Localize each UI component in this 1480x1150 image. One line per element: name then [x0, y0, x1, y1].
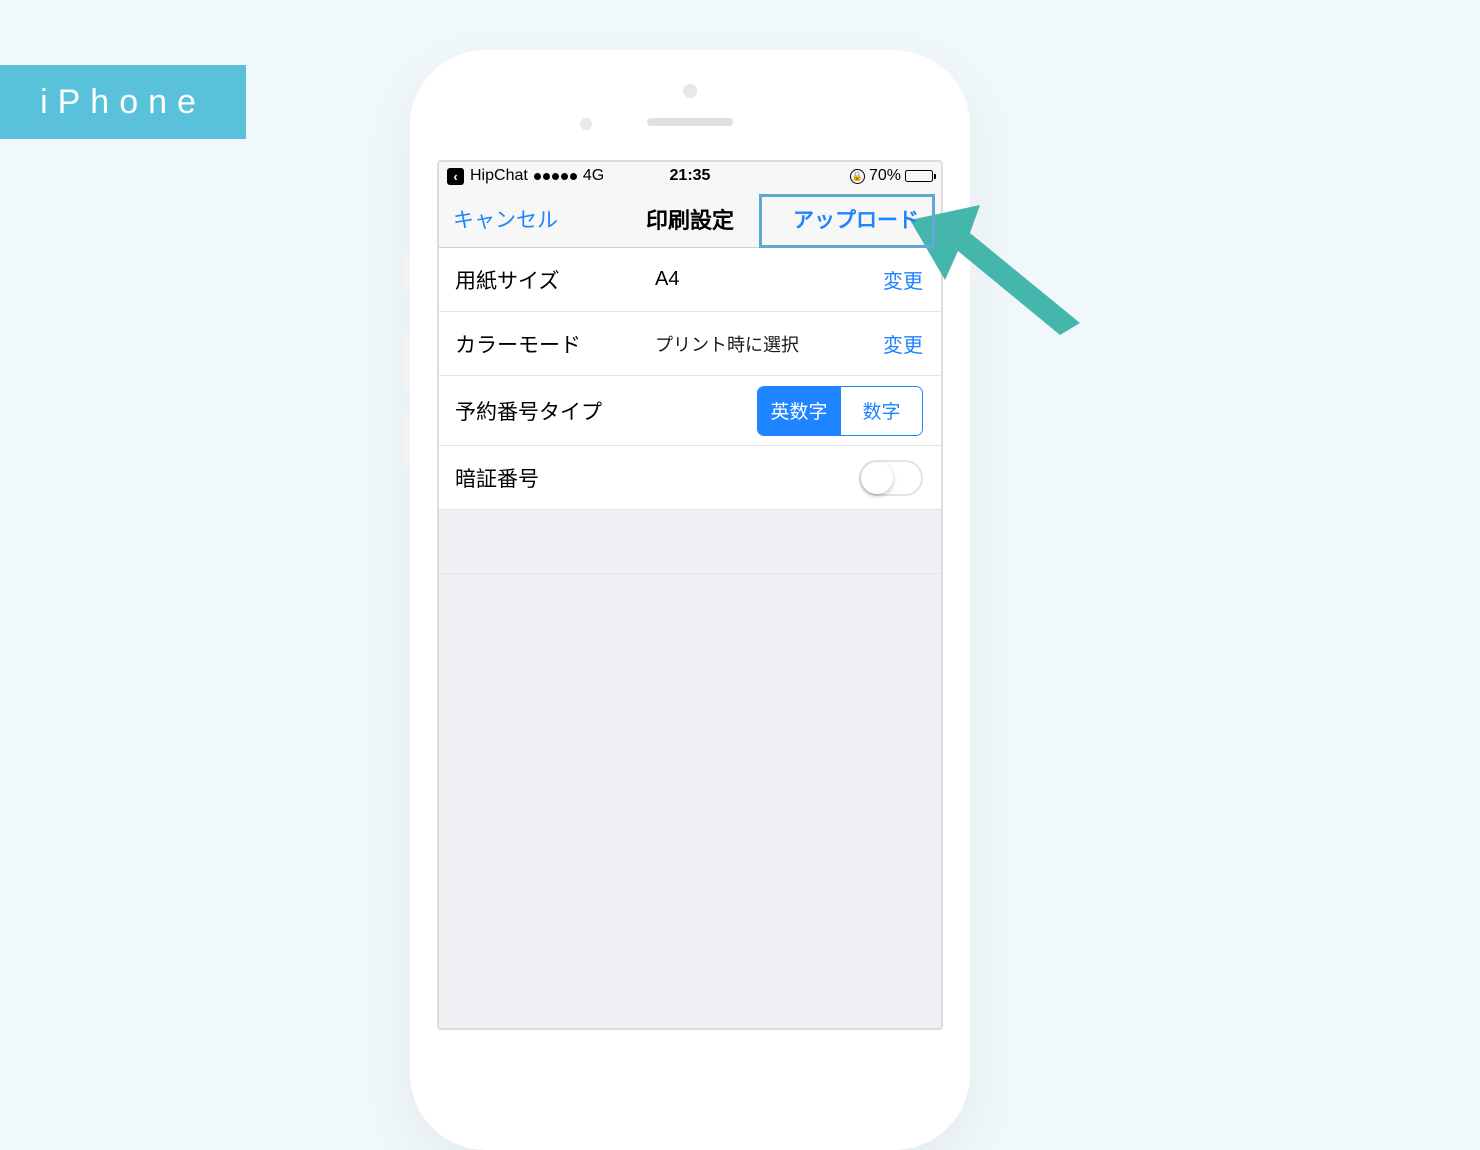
status-bar: ‹ HipChat 4G 21:35 🔒 70%	[439, 162, 941, 190]
row-pin: 暗証番号	[439, 446, 941, 510]
color-mode-label: カラーモード	[455, 329, 655, 359]
phone-volume-up	[404, 333, 410, 393]
phone-screen: ‹ HipChat 4G 21:35 🔒 70% キャンセル 印刷設定 アップロ…	[437, 160, 943, 1030]
segment-alphanumeric[interactable]: 英数字	[758, 387, 840, 435]
pin-toggle[interactable]	[859, 460, 923, 496]
paper-size-value: A4	[655, 268, 883, 291]
row-reservation-type: 予約番号タイプ 英数字 数字	[439, 376, 941, 446]
phone-speaker-slot	[647, 118, 733, 126]
reservation-type-label: 予約番号タイプ	[455, 396, 655, 426]
phone-camera-dot	[683, 84, 697, 98]
status-time: 21:35	[439, 167, 941, 185]
section-gap	[439, 510, 941, 574]
reservation-type-segmented: 英数字 数字	[757, 386, 923, 436]
color-mode-value: プリント時に選択	[655, 331, 883, 357]
paper-size-change-button[interactable]: 変更	[883, 265, 923, 294]
pin-label: 暗証番号	[455, 463, 655, 493]
row-paper-size: 用紙サイズ A4 変更	[439, 248, 941, 312]
phone-mute-switch	[404, 250, 410, 294]
color-mode-change-button[interactable]: 変更	[883, 329, 923, 358]
row-color-mode: カラーモード プリント時に選択 変更	[439, 312, 941, 376]
phone-volume-down	[404, 410, 410, 470]
paper-size-label: 用紙サイズ	[455, 265, 655, 295]
battery-icon	[905, 170, 933, 182]
phone-side-button	[970, 215, 976, 279]
device-tag: iPhone	[0, 65, 246, 139]
phone-frame: ‹ HipChat 4G 21:35 🔒 70% キャンセル 印刷設定 アップロ…	[410, 50, 970, 1150]
phone-proximity-dot	[580, 118, 592, 130]
segment-numeric[interactable]: 数字	[840, 387, 922, 435]
upload-highlight-annotation	[759, 194, 935, 248]
